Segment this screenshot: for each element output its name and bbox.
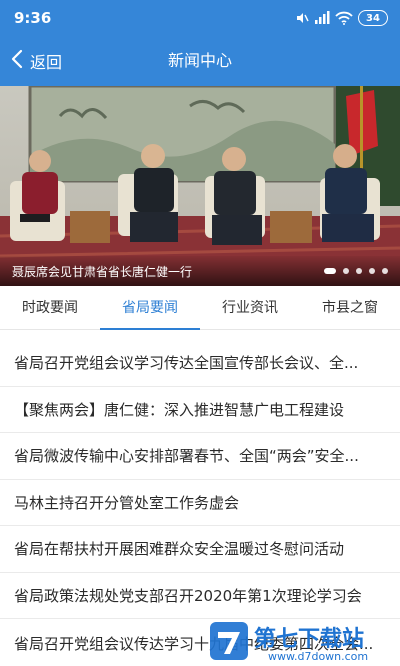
news-item[interactable]: 【聚焦两会】唐仁健：深入推进智慧广电工程建设	[0, 387, 400, 433]
banner-caption-bar: 聂辰席会见甘肃省省长唐仁健一行	[0, 256, 400, 286]
tab-3[interactable]: 市县之窗	[300, 286, 400, 329]
news-item[interactable]: 省局召开党组会议传达学习十九届中纪委第四次全会...	[0, 619, 400, 659]
mute-icon	[295, 11, 309, 25]
news-item[interactable]: 马林主持召开分管处室工作务虚会	[0, 480, 400, 526]
tab-2[interactable]: 行业资讯	[200, 286, 300, 329]
chevron-left-icon	[10, 49, 24, 73]
carousel-dot[interactable]	[369, 268, 375, 274]
news-list: 省局召开党组会议学习传达全国宣传部长会议、全... 【聚焦两会】唐仁健：深入推进智…	[0, 340, 400, 666]
tab-1[interactable]: 省局要闻	[100, 286, 200, 330]
wifi-icon	[335, 11, 353, 25]
battery-level: 34	[366, 12, 380, 24]
carousel-dot[interactable]	[382, 268, 388, 274]
carousel-indicator	[324, 268, 388, 274]
carousel-dot[interactable]	[356, 268, 362, 274]
carousel-dot[interactable]	[343, 268, 349, 274]
back-label: 返回	[30, 53, 63, 72]
news-item[interactable]: 省局政策法规处党支部召开2020年第1次理论学习会	[0, 573, 400, 619]
status-bar: 9:36 34	[0, 0, 400, 36]
news-item[interactable]: 省局召开党组会议学习传达全国宣传部长会议、全...	[0, 340, 400, 387]
banner-carousel[interactable]: 聂辰席会见甘肃省省长唐仁健一行	[0, 86, 400, 286]
back-button[interactable]: 返回	[10, 36, 62, 86]
status-time: 9:36	[14, 9, 52, 27]
nav-bar: 返回 新闻中心	[0, 36, 400, 86]
signal-icon	[314, 11, 330, 25]
news-item[interactable]: 省局在帮扶村开展困难群众安全温暖过冬慰问活动	[0, 526, 400, 573]
news-item[interactable]: 省局微波传输中心安排部署春节、全国“两会”安全...	[0, 433, 400, 480]
category-tabs: 时政要闻 省局要闻 行业资讯 市县之窗	[0, 286, 400, 330]
carousel-dot[interactable]	[324, 268, 336, 274]
banner-caption: 聂辰席会见甘肃省省长唐仁健一行	[12, 264, 193, 279]
status-icons: 34	[295, 10, 388, 26]
battery-icon: 34	[358, 10, 388, 26]
tab-0[interactable]: 时政要闻	[0, 286, 100, 329]
